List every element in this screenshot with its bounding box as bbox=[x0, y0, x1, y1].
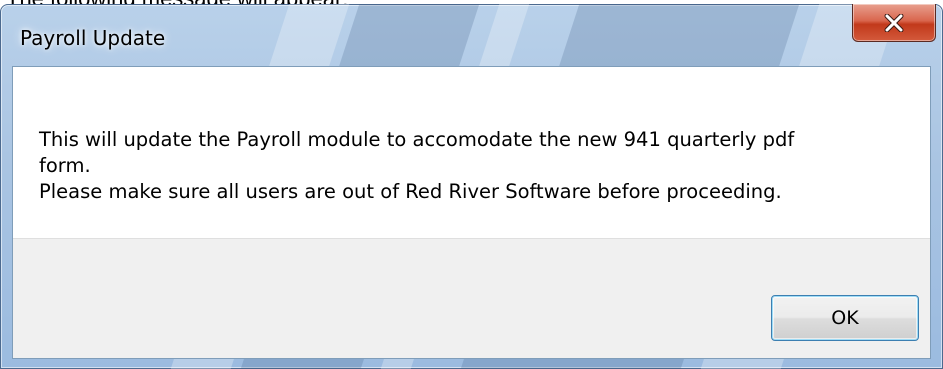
message-dialog: Payroll Update This will update the Payr… bbox=[0, 4, 943, 369]
message-line: This will update the Payroll module to a… bbox=[39, 128, 795, 151]
message-line: form. bbox=[39, 154, 91, 177]
message-area: This will update the Payroll module to a… bbox=[13, 67, 930, 238]
close-button[interactable] bbox=[852, 4, 936, 42]
close-x-icon bbox=[884, 13, 904, 32]
page: The following message will appear: Payro… bbox=[0, 0, 943, 369]
button-area: OK bbox=[13, 238, 930, 358]
ok-button[interactable]: OK bbox=[771, 295, 919, 341]
dialog-title: Payroll Update bbox=[20, 26, 166, 50]
message-line: Please make sure all users are out of Re… bbox=[39, 180, 782, 203]
title-bar[interactable]: Payroll Update bbox=[0, 4, 943, 66]
dialog-client-area: This will update the Payroll module to a… bbox=[12, 66, 931, 359]
message-text: This will update the Payroll module to a… bbox=[39, 127, 899, 205]
